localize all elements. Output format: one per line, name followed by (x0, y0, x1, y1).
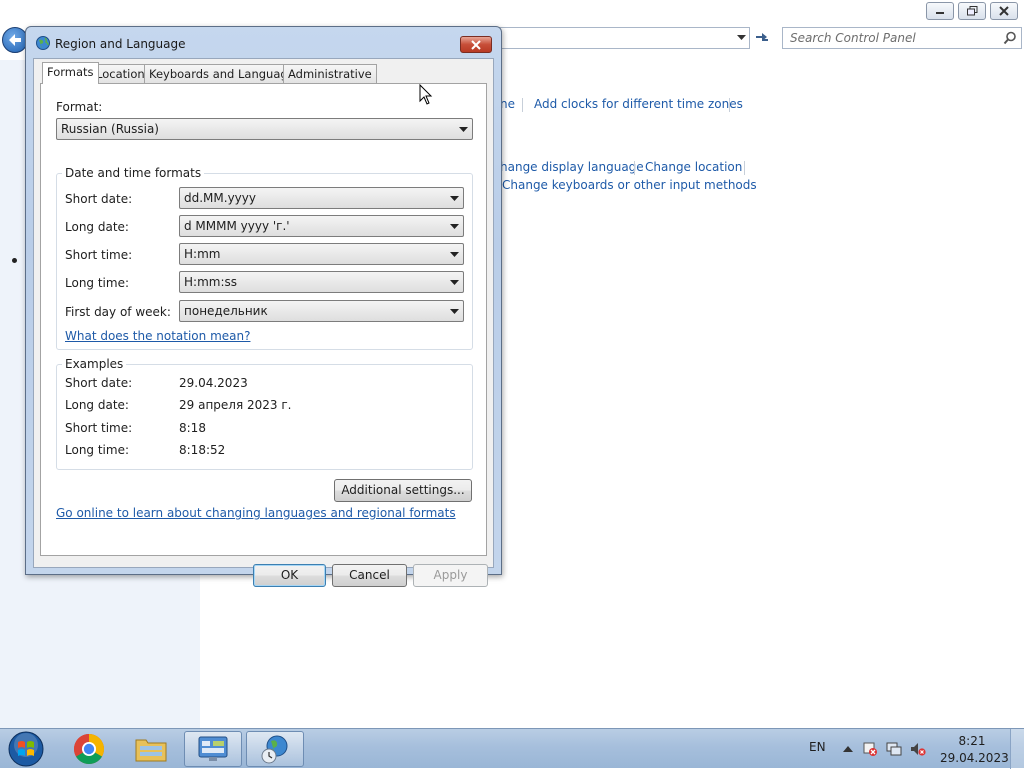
taskbar-chrome[interactable] (60, 731, 118, 767)
start-button[interactable] (5, 730, 47, 768)
chevron-down-icon (450, 309, 459, 314)
chevron-down-icon (450, 224, 459, 229)
tab-location[interactable]: Location (91, 64, 150, 83)
region-language-icon (261, 735, 288, 764)
long-date-value: d MMMM yyyy 'г.' (184, 219, 290, 233)
link-separator (729, 98, 730, 112)
format-label: Format: (56, 100, 103, 114)
change-display-language-link[interactable]: hange display language (500, 160, 644, 174)
example-short-date-label: Short date: (65, 376, 133, 390)
examples-legend: Examples (62, 357, 127, 371)
chevron-down-icon (450, 196, 459, 201)
globe-icon (36, 36, 50, 50)
address-dropdown-button[interactable] (735, 31, 747, 45)
taskbar-file-explorer[interactable] (122, 731, 180, 767)
control-panel-titlebar (0, 0, 1024, 26)
file-explorer-icon (135, 739, 167, 762)
mouse-cursor-icon (419, 84, 433, 105)
taskbar: EN 8:21 29.04.2023 (0, 728, 1024, 769)
example-long-date-value: 29 апреля 2023 г. (179, 398, 292, 412)
volume-muted-icon[interactable] (910, 741, 926, 757)
ok-button[interactable]: OK (253, 564, 326, 587)
date-time-formats-legend: Date and time formats (62, 166, 205, 180)
long-time-select[interactable]: H:mm:ss (179, 271, 464, 293)
taskbar-control-panel[interactable] (184, 731, 242, 767)
action-center-icon[interactable] (862, 741, 878, 757)
dialog-body: Formats Location Keyboards and Languages… (33, 58, 494, 587)
close-window-button[interactable] (990, 2, 1018, 20)
restore-icon (966, 6, 977, 16)
add-clocks-link[interactable]: Add clocks for different time zones (534, 97, 743, 111)
example-short-time-label: Short time: (65, 421, 133, 435)
change-keyboards-link[interactable]: Change keyboards or other input methods (502, 178, 757, 192)
address-bar[interactable] (498, 27, 750, 49)
control-panel-icon (198, 736, 228, 761)
long-time-value: H:mm:ss (184, 275, 237, 289)
bullet (12, 258, 17, 263)
back-arrow-icon (9, 34, 21, 46)
search-input[interactable] (782, 27, 1022, 49)
long-date-select[interactable]: d MMMM yyyy 'г.' (179, 215, 464, 237)
link-separator (744, 161, 745, 175)
refresh-icon (756, 33, 768, 41)
tab-formats[interactable]: Formats (42, 62, 99, 84)
apply-button[interactable]: Apply (413, 564, 488, 587)
cancel-button[interactable]: Cancel (332, 564, 407, 587)
minimize-icon (936, 12, 944, 14)
long-time-label: Long time: (65, 276, 130, 290)
tab-administrative[interactable]: Administrative (283, 64, 377, 83)
additional-settings-button[interactable]: Additional settings... (334, 479, 472, 502)
date-time-link[interactable]: ne (500, 97, 515, 111)
link-separator (522, 98, 523, 112)
first-day-of-week-select[interactable]: понедельник (179, 300, 464, 322)
chevron-down-icon (450, 280, 459, 285)
example-short-date-value: 29.04.2023 (179, 376, 248, 390)
network-icon[interactable] (886, 741, 902, 757)
first-day-of-week-value: понедельник (184, 304, 268, 318)
search-icon[interactable] (1003, 31, 1017, 45)
short-date-label: Short date: (65, 192, 133, 206)
chrome-icon (73, 734, 105, 765)
dialog-title: Region and Language (55, 37, 186, 51)
region-language-dialog: Region and Language Formats Location Key… (25, 26, 502, 587)
restore-button[interactable] (958, 2, 986, 20)
example-short-time-value: 8:18 (179, 421, 206, 435)
clock-date[interactable]: 29.04.2023 (940, 751, 1009, 765)
clock-time[interactable]: 8:21 (944, 734, 1000, 748)
chevron-down-icon (736, 35, 746, 40)
example-long-time-label: Long time: (65, 443, 130, 457)
show-desktop-button[interactable] (1010, 729, 1024, 769)
notation-help-link[interactable]: What does the notation mean? (65, 329, 250, 343)
link-separator (634, 161, 635, 175)
online-help-link[interactable]: Go online to learn about changing langua… (56, 506, 456, 520)
example-long-time-value: 8:18:52 (179, 443, 226, 457)
short-time-value: H:mm (184, 247, 221, 261)
start-orb-icon (8, 731, 44, 767)
format-select[interactable]: Russian (Russia) (56, 118, 473, 140)
language-indicator[interactable]: EN (809, 740, 826, 754)
show-hidden-icons-icon[interactable] (840, 741, 856, 757)
minimize-button[interactable] (926, 2, 954, 20)
close-icon (999, 6, 1009, 16)
first-day-of-week-label: First day of week: (65, 305, 171, 319)
format-select-value: Russian (Russia) (61, 122, 159, 136)
formats-tab-panel: Format: Russian (Russia) Date and time f… (40, 83, 487, 556)
dialog-close-button[interactable] (460, 36, 492, 53)
chevron-down-icon (450, 252, 459, 257)
close-icon (471, 39, 481, 50)
short-date-value: dd.MM.yyyy (184, 191, 256, 205)
long-date-label: Long date: (65, 220, 129, 234)
short-time-select[interactable]: H:mm (179, 243, 464, 265)
example-long-date-label: Long date: (65, 398, 129, 412)
refresh-button[interactable] (752, 28, 772, 48)
tab-keyboards-and-languages[interactable]: Keyboards and Languages (144, 64, 306, 83)
taskbar-region-language[interactable] (246, 731, 304, 767)
change-location-link[interactable]: Change location (645, 160, 742, 174)
short-date-select[interactable]: dd.MM.yyyy (179, 187, 464, 209)
chevron-down-icon (459, 127, 468, 132)
short-time-label: Short time: (65, 248, 133, 262)
